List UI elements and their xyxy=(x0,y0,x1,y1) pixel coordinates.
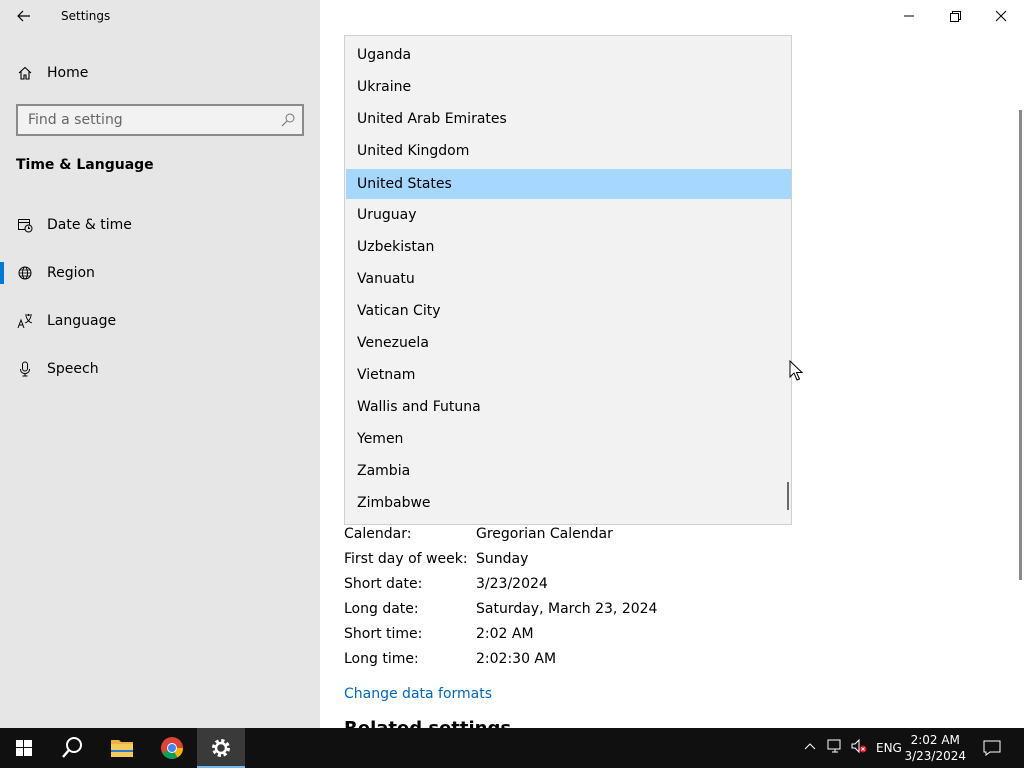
list-item-selected[interactable]: United States xyxy=(346,169,791,199)
back-button[interactable] xyxy=(14,6,34,26)
list-item[interactable]: Zimbabwe xyxy=(346,488,791,518)
start-button[interactable] xyxy=(0,728,48,768)
network-icon[interactable] xyxy=(826,738,844,757)
format-key: Long time: xyxy=(344,651,419,667)
list-item[interactable]: Wallis and Futuna xyxy=(346,392,791,422)
close-icon xyxy=(995,10,1007,22)
list-item[interactable]: Uzbekistan xyxy=(346,232,791,262)
page-scrollbar[interactable] xyxy=(1019,110,1022,580)
sidebar-item-label: Date & time xyxy=(47,217,132,233)
chrome-icon xyxy=(161,737,183,759)
sidebar: Settings Home Find a setting Time & Lang… xyxy=(0,0,320,728)
sidebar-item-label: Region xyxy=(47,265,95,281)
list-item[interactable]: Uruguay xyxy=(346,200,791,230)
calendar-clock-icon xyxy=(18,219,33,233)
dropdown-scrollbar[interactable] xyxy=(787,482,789,510)
list-item[interactable]: Venezuela xyxy=(346,328,791,358)
list-item[interactable]: Vietnam xyxy=(346,360,791,390)
file-explorer-button[interactable] xyxy=(98,728,146,768)
format-value: 3/23/2024 xyxy=(476,576,548,592)
list-item[interactable]: United Arab Emirates xyxy=(346,104,791,134)
list-item[interactable]: Zambia xyxy=(346,456,791,486)
home-icon xyxy=(18,66,32,80)
taskbar-clock[interactable]: 2:02 AM 3/23/2024 xyxy=(904,732,966,764)
sidebar-item-label: Speech xyxy=(47,361,99,377)
gear-icon xyxy=(212,739,230,757)
clock-time: 2:02 AM xyxy=(910,733,960,747)
app-title: Settings xyxy=(61,9,111,23)
list-item[interactable]: Vatican City xyxy=(346,296,791,326)
mouse-cursor-icon xyxy=(789,360,803,381)
input-language-indicator[interactable]: ENG xyxy=(876,741,902,755)
language-icon xyxy=(17,314,33,329)
section-title: Time & Language xyxy=(16,157,154,173)
nav-home-label: Home xyxy=(47,65,89,81)
minimize-button[interactable] xyxy=(886,0,932,32)
active-indicator xyxy=(0,262,4,284)
sidebar-item-speech[interactable]: Speech xyxy=(0,351,320,387)
search-icon xyxy=(62,737,82,758)
windows-logo-icon xyxy=(16,740,32,756)
country-dropdown-list[interactable]: Uganda Ukraine United Arab Emirates Unit… xyxy=(344,35,792,525)
format-value: 2:02:30 AM xyxy=(476,651,557,667)
list-item[interactable]: Ukraine xyxy=(346,72,791,102)
search-input[interactable]: Find a setting xyxy=(16,104,304,136)
notifications-icon[interactable] xyxy=(982,739,1002,760)
sidebar-item-label: Language xyxy=(47,313,117,329)
restore-icon xyxy=(950,11,961,22)
format-key: Short date: xyxy=(344,576,423,592)
sidebar-item-date-time[interactable]: Date & time xyxy=(0,207,320,243)
format-value: Gregorian Calendar xyxy=(476,526,613,542)
folder-icon xyxy=(111,740,133,757)
list-item[interactable]: Uganda xyxy=(346,40,791,70)
list-item[interactable]: United Kingdom xyxy=(346,136,791,166)
format-key: Short time: xyxy=(344,626,423,642)
search-icon xyxy=(281,113,295,127)
change-data-formats-link[interactable]: Change data formats xyxy=(344,686,492,702)
microphone-icon xyxy=(20,361,30,377)
restore-button[interactable] xyxy=(932,0,978,32)
taskbar: ENG 2:02 AM 3/23/2024 xyxy=(0,728,1024,768)
nav-home[interactable]: Home xyxy=(0,57,320,89)
back-arrow-icon xyxy=(17,10,30,22)
settings-taskbar-button[interactable] xyxy=(197,728,245,768)
format-value: Saturday, March 23, 2024 xyxy=(476,601,658,617)
clock-date: 3/23/2024 xyxy=(904,749,966,763)
chevron-up-icon[interactable] xyxy=(802,738,818,757)
list-item[interactable]: Vanuatu xyxy=(346,264,791,294)
search-placeholder: Find a setting xyxy=(28,112,123,128)
volume-muted-icon[interactable] xyxy=(850,738,868,757)
format-key: Long date: xyxy=(344,601,419,617)
search-taskbar-button[interactable] xyxy=(48,728,96,768)
minimize-icon xyxy=(904,15,914,17)
close-button[interactable] xyxy=(978,0,1024,32)
format-value: Sunday xyxy=(476,551,529,567)
format-value: 2:02 AM xyxy=(476,626,534,642)
related-settings-heading: Related settings xyxy=(344,718,511,728)
sidebar-item-region[interactable]: Region xyxy=(0,255,320,291)
format-key: First day of week: xyxy=(344,551,468,567)
format-key: Calendar: xyxy=(344,526,412,542)
sidebar-item-language[interactable]: Language xyxy=(0,303,320,339)
globe-icon xyxy=(18,266,32,280)
list-item[interactable]: Yemen xyxy=(346,424,791,454)
chrome-button[interactable] xyxy=(148,728,196,768)
